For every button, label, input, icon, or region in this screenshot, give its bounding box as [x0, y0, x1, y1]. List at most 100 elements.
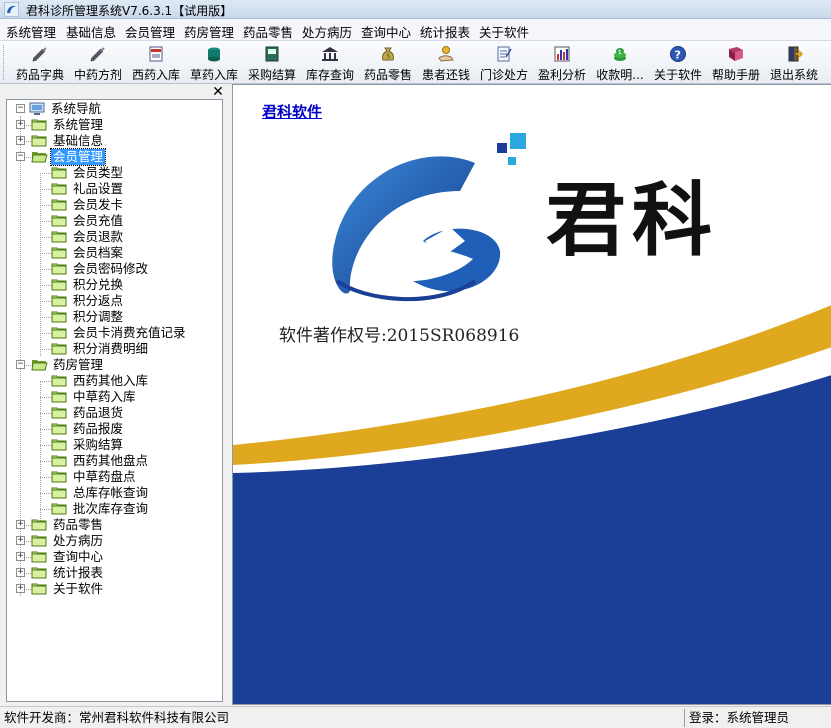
toolbar-patient-repay-button[interactable]: 患者还钱 — [418, 43, 474, 83]
hand-coin-icon — [438, 46, 454, 62]
tree-connector-line — [40, 205, 51, 206]
expand-icon[interactable]: + — [16, 552, 25, 561]
tree-group-node[interactable]: − 药房管理 — [13, 357, 218, 373]
collapse-icon[interactable]: − — [16, 360, 25, 369]
tree-group-node[interactable]: + 统计报表 — [13, 565, 218, 581]
toolbar-exit-system-button[interactable]: 退出系统 — [766, 43, 822, 83]
tree-connector-line — [40, 173, 51, 174]
close-icon[interactable]: ✕ — [211, 84, 225, 100]
toolbar-drug-dictionary-button[interactable]: 药品字典 — [12, 43, 68, 83]
tree-leaf-node[interactable]: 采购结算 — [33, 437, 218, 453]
folder-icon — [51, 502, 68, 515]
tree-group-node[interactable]: + 基础信息 — [13, 133, 218, 149]
toolbar-herb-stock-in-button[interactable]: 草药入库 — [186, 43, 242, 83]
tree-group-node[interactable]: + 查询中心 — [13, 549, 218, 565]
folder-icon — [51, 326, 68, 339]
syringe-icon — [90, 47, 105, 62]
tree-leaf-node[interactable]: 会员类型 — [33, 165, 218, 181]
tree-connector-line — [40, 461, 51, 462]
tree-connector-line — [40, 237, 51, 238]
tree-leaf-node[interactable]: 中草药盘点 — [33, 469, 218, 485]
tree-group-node[interactable]: − 会员管理 — [13, 148, 218, 166]
expand-icon[interactable]: + — [16, 568, 25, 577]
tree-group-node[interactable]: + 系统管理 — [13, 117, 218, 133]
window-title: 君科诊所管理系统V7.6.3.1【试用版】 — [26, 4, 233, 18]
menu-about[interactable]: 关于软件 — [479, 22, 529, 41]
expand-icon[interactable]: + — [16, 136, 25, 145]
toolbar-help-manual-button[interactable]: 帮助手册 — [708, 43, 764, 83]
tree-leaf-node[interactable]: 会员卡消费充值记录 — [33, 325, 218, 341]
tree-leaf-node[interactable]: 积分调整 — [33, 309, 218, 325]
status-developer: 软件开发商：常州君科软件科技有限公司 — [4, 710, 230, 725]
tree-leaf-node[interactable]: 礼品设置 — [33, 181, 218, 197]
tree-leaf-node[interactable]: 积分消费明细 — [33, 341, 218, 357]
tree-leaf-node[interactable]: 西药其他盘点 — [33, 453, 218, 469]
tree-node-label: 批次库存查询 — [73, 501, 149, 516]
folder-icon — [31, 582, 48, 595]
toolbar-inventory-query-button[interactable]: 库存查询 — [302, 43, 358, 83]
tree-node-label: 基础信息 — [53, 133, 104, 148]
toolbar-receipt-details-button[interactable]: $ 收款明... — [592, 43, 648, 83]
tree-leaf-node[interactable]: 批次库存查询 — [33, 501, 218, 517]
toolbar-outpatient-prescription-button[interactable]: 门诊处方 — [476, 43, 532, 83]
tree-root[interactable]: − 系统导航 — [13, 101, 218, 117]
folder-icon — [51, 470, 68, 483]
tree-leaf-node[interactable]: 会员退款 — [33, 229, 218, 245]
menu-prescription[interactable]: 处方病历 — [302, 22, 352, 41]
tree-leaf-node[interactable]: 总库存帐查询 — [33, 485, 218, 501]
toolbar-chinese-formula-button[interactable]: 中药方剂 — [70, 43, 126, 83]
tree-leaf-node[interactable]: 会员发卡 — [33, 197, 218, 213]
tree-leaf-node[interactable]: 药品报废 — [33, 421, 218, 437]
help-icon: ? — [670, 46, 686, 62]
toolbar-profit-analysis-button[interactable]: 盈利分析 — [534, 43, 590, 83]
folder-open-icon — [31, 358, 48, 371]
collapse-icon[interactable]: − — [16, 152, 25, 161]
tree-connector-line — [40, 285, 51, 286]
brand-link[interactable]: 君科软件 — [262, 101, 322, 122]
toolbar-about-software-button[interactable]: ? 关于软件 — [650, 43, 706, 83]
tree-connector-line — [40, 429, 51, 430]
toolbar-western-stock-in-button[interactable]: 西药入库 — [128, 43, 184, 83]
tree-leaf-node[interactable]: 会员密码修改 — [33, 261, 218, 277]
folder-icon — [51, 390, 68, 403]
menu-reports[interactable]: 统计报表 — [420, 22, 470, 41]
tree-node-label: 会员退款 — [73, 229, 124, 244]
tree-group-node[interactable]: + 药品零售 — [13, 517, 218, 533]
menu-member[interactable]: 会员管理 — [125, 22, 175, 41]
toolbar-grip[interactable] — [3, 45, 6, 80]
expand-icon[interactable]: + — [16, 536, 25, 545]
tree-node-label: 统计报表 — [53, 565, 104, 580]
menu-retail[interactable]: 药品零售 — [243, 22, 293, 41]
expand-icon[interactable]: + — [16, 120, 25, 129]
expand-icon[interactable]: + — [16, 520, 25, 529]
tree-leaf-node[interactable]: 积分返点 — [33, 293, 218, 309]
tree-leaf-node[interactable]: 中草药入库 — [33, 389, 218, 405]
tree-node-label: 西药其他盘点 — [73, 453, 149, 468]
tree-leaf-node[interactable]: 西药其他入库 — [33, 373, 218, 389]
folder-icon — [51, 262, 68, 275]
svg-text:$: $ — [618, 49, 622, 56]
menu-system[interactable]: 系统管理 — [6, 22, 56, 41]
tree-connector-line — [40, 381, 51, 382]
tree-connector-line — [40, 189, 51, 190]
expand-icon[interactable]: + — [16, 584, 25, 593]
tree-connector-line — [40, 253, 51, 254]
computer-icon — [29, 102, 45, 115]
tree-group-node[interactable]: + 处方病历 — [13, 533, 218, 549]
tree-node-label: 总库存帐查询 — [73, 485, 149, 500]
toolbar-purchase-settlement-button[interactable]: 采购结算 — [244, 43, 300, 83]
menu-pharmacy[interactable]: 药房管理 — [184, 22, 234, 41]
menu-basic-info[interactable]: 基础信息 — [66, 22, 116, 41]
tree-leaf-node[interactable]: 会员档案 — [33, 245, 218, 261]
collapse-icon[interactable]: − — [16, 104, 25, 113]
tree-leaf-node[interactable]: 会员充值 — [33, 213, 218, 229]
tree-node-label: 会员密码修改 — [73, 261, 149, 276]
tree-leaf-node[interactable]: 药品退货 — [33, 405, 218, 421]
menu-bar: 系统管理 基础信息 会员管理 药房管理 药品零售 处方病历 查询中心 统计报表 … — [0, 19, 831, 41]
toolbar-drug-retail-button[interactable]: $ 药品零售 — [360, 43, 416, 83]
folder-icon — [51, 294, 68, 307]
menu-query[interactable]: 查询中心 — [361, 22, 411, 41]
tree-leaf-node[interactable]: 积分兑换 — [33, 277, 218, 293]
tree-group-node[interactable]: + 关于软件 — [13, 581, 218, 597]
tree-connector-line — [40, 509, 51, 510]
